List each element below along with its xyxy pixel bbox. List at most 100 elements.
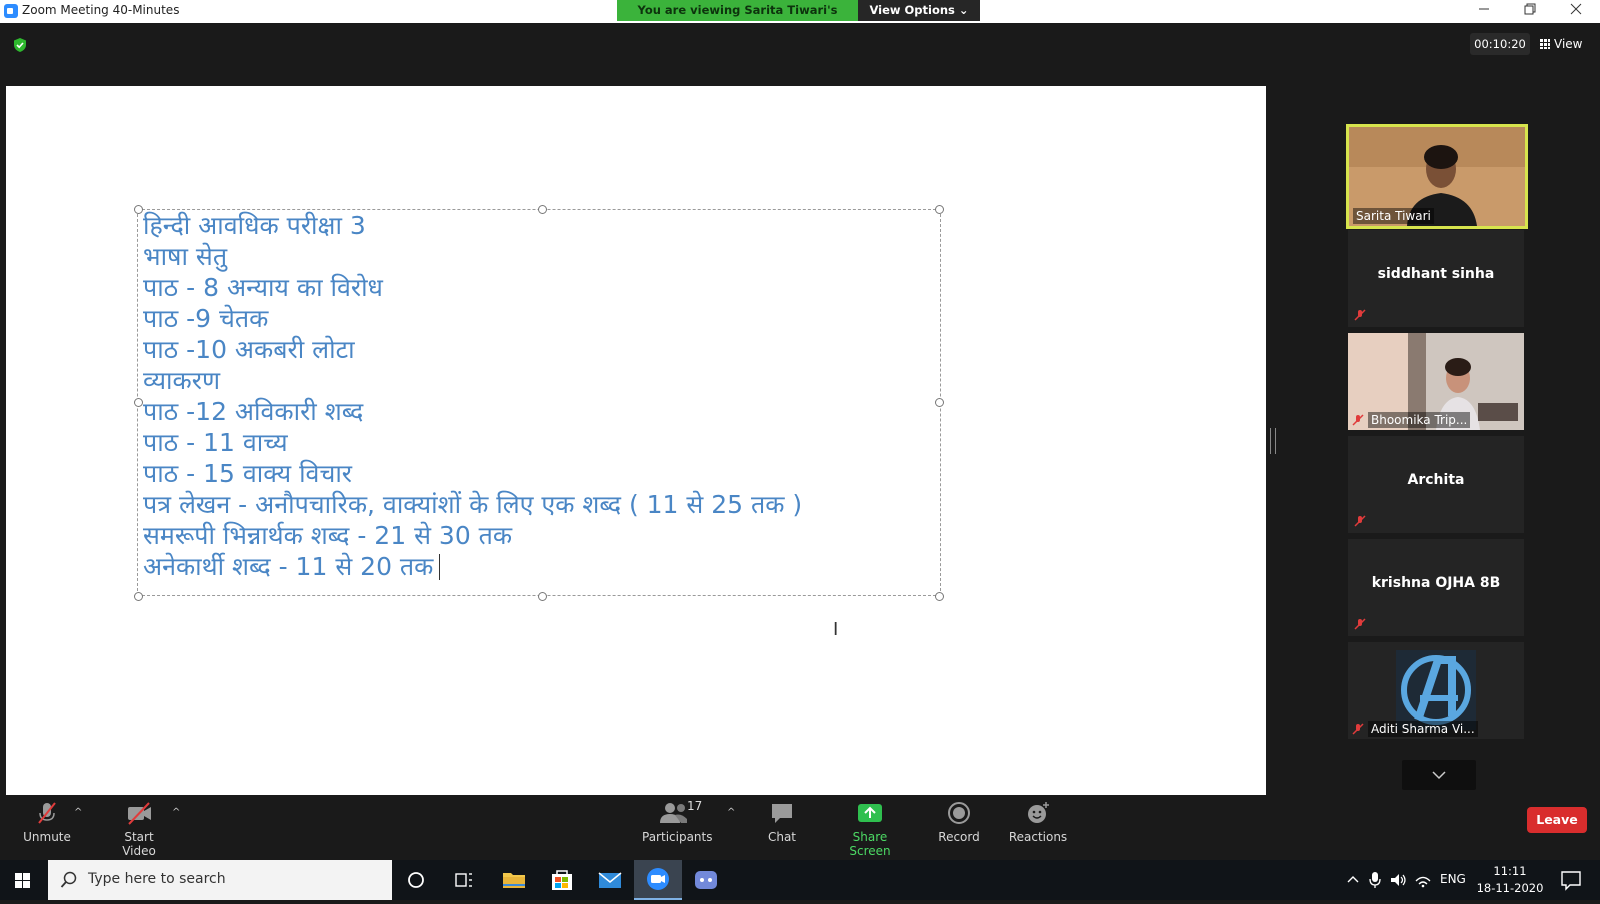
- mic-muted-icon: [1354, 515, 1366, 527]
- text-caret: [439, 554, 441, 580]
- chat-label: Chat: [767, 830, 797, 844]
- clock-date: 18-11-2020: [1476, 881, 1544, 895]
- slide-line: अनेकार्थी शब्द - 11 से 20 तक: [143, 552, 434, 581]
- taskbar-search-box[interactable]: Type here to search: [48, 860, 392, 900]
- unmute-button[interactable]: Unmute: [22, 799, 72, 844]
- taskbar-zoom[interactable]: [634, 860, 682, 900]
- audio-options-caret[interactable]: ^: [74, 807, 82, 818]
- view-options-button[interactable]: View Options ⌄: [858, 0, 980, 21]
- start-video-label: Start Video: [122, 830, 156, 858]
- taskbar-file-explorer[interactable]: [490, 860, 538, 900]
- participant-name: siddhant sinha: [1377, 266, 1495, 282]
- slide-line: पाठ -9 चेतक: [143, 304, 269, 333]
- resize-handle: [935, 398, 944, 407]
- cortana-button[interactable]: [392, 860, 440, 900]
- zoom-app-icon: [4, 4, 18, 18]
- resize-handle: [134, 205, 143, 214]
- chevron-up-icon[interactable]: [1346, 873, 1360, 887]
- chevron-down-icon: [1432, 771, 1446, 780]
- view-layout-button[interactable]: View: [1540, 33, 1590, 55]
- unmute-label: Unmute: [23, 830, 71, 844]
- task-view-icon: [455, 873, 472, 887]
- video-tile-archita[interactable]: Archita: [1348, 436, 1524, 533]
- taskbar-discord[interactable]: [682, 860, 730, 900]
- minimize-icon: [1479, 8, 1489, 10]
- slide-line: भाषा सेतु: [143, 242, 228, 271]
- slide-text-lines: हिन्दी आवधिक परीक्षा 3 भाषा सेतु पाठ - 8…: [143, 210, 802, 582]
- view-label: View: [1554, 37, 1583, 51]
- slide-line: हिन्दी आवधिक परीक्षा 3: [143, 211, 366, 240]
- video-tile-bhoomika[interactable]: Bhoomika Trip...: [1348, 333, 1524, 430]
- wifi-icon[interactable]: [1414, 872, 1432, 888]
- slide-line-last: अनेकार्थी शब्द - 11 से 20 तक: [143, 551, 802, 582]
- slide-line: पाठ - 15 वाक्य विचार: [143, 459, 353, 488]
- mic-muted-icon: [1354, 618, 1366, 630]
- windows-taskbar: Type here to search ENG 11:11 18-11-2020: [0, 860, 1600, 900]
- slide-line: समरूपी भिन्नार्थक शब्द - 21 से 30 तक: [143, 521, 513, 550]
- taskbar-store[interactable]: [538, 860, 586, 900]
- record-icon: [948, 802, 970, 824]
- record-button[interactable]: Record: [934, 799, 984, 844]
- search-placeholder: Type here to search: [88, 871, 226, 887]
- video-tile-siddhant[interactable]: siddhant sinha: [1348, 230, 1524, 327]
- chat-icon: [772, 804, 792, 823]
- leave-meeting-button[interactable]: Leave: [1527, 807, 1587, 833]
- viewing-screen-banner: You are viewing Sarita Tiwari's screen: [617, 0, 858, 38]
- record-label: Record: [938, 830, 980, 844]
- participant-name: Bhoomika Trip...: [1368, 412, 1471, 428]
- window-titlebar: Zoom Meeting 40-Minutes You are viewing …: [0, 0, 1600, 38]
- shared-screen-area[interactable]: हिन्दी आवधिक परीक्षा 3 भाषा सेतु पाठ - 8…: [6, 86, 1266, 795]
- discord-icon: [695, 871, 717, 889]
- slide-line: पाठ -10 अकबरी लोटा: [143, 335, 355, 364]
- slide-line: पाठ - 11 वाच्य: [143, 428, 288, 457]
- meeting-timer: 00:10:20: [1470, 33, 1530, 55]
- resize-handle: [134, 398, 143, 407]
- encryption-shield-icon[interactable]: [12, 37, 28, 53]
- clock-time: 11:11: [1493, 864, 1527, 878]
- slide-line: पाठ - 8 अन्याय का विरोध: [143, 273, 383, 302]
- participants-button[interactable]: 17 Participants: [642, 799, 713, 844]
- video-tile-krishna[interactable]: krishna OJHA 8B: [1348, 539, 1524, 636]
- start-video-button[interactable]: Start Video: [106, 799, 172, 858]
- participant-name: krishna OJHA 8B: [1371, 575, 1501, 591]
- participants-options-caret[interactable]: ^: [727, 807, 735, 818]
- meeting-toolbar: Unmute ^ Start Video ^ 17 Participants ^…: [0, 795, 1600, 860]
- share-screen-button[interactable]: Share Screen: [832, 799, 908, 858]
- panel-splitter[interactable]: [1270, 428, 1276, 454]
- video-tile-aditi[interactable]: Aditi Sharma Vi...: [1348, 642, 1524, 739]
- resize-handle: [134, 592, 143, 601]
- gallery-scroll-down-button[interactable]: [1402, 760, 1476, 790]
- windows-logo-icon: [15, 873, 30, 888]
- mic-muted-icon: [1352, 723, 1364, 735]
- cortana-icon: [408, 872, 424, 888]
- minimize-button[interactable]: [1462, 0, 1506, 22]
- chat-button[interactable]: Chat: [760, 799, 804, 844]
- participants-label: Participants: [642, 830, 713, 844]
- notification-icon: [1561, 871, 1581, 891]
- video-off-icon: [128, 802, 151, 825]
- video-tile-sarita[interactable]: Sarita Tiwari: [1346, 124, 1528, 229]
- close-window-button[interactable]: [1554, 0, 1598, 22]
- volume-icon[interactable]: [1390, 872, 1408, 888]
- share-screen-icon: [858, 804, 882, 822]
- restore-button[interactable]: [1508, 0, 1552, 22]
- slide-line: पाठ -12 अविकारी शब्द: [143, 397, 364, 426]
- store-bag-icon: [552, 870, 572, 890]
- language-indicator[interactable]: ENG: [1440, 872, 1466, 886]
- participant-name: Archita: [1407, 472, 1465, 488]
- resize-handle: [538, 592, 547, 601]
- view-options-label: View Options: [869, 3, 955, 17]
- window-title: Zoom Meeting 40-Minutes: [22, 3, 180, 17]
- action-center-button[interactable]: [1548, 860, 1596, 900]
- mic-muted-icon: [38, 802, 56, 824]
- start-button[interactable]: [0, 860, 46, 900]
- reactions-button[interactable]: Reactions: [1008, 799, 1068, 844]
- participant-name: Sarita Tiwari: [1353, 208, 1434, 224]
- chevron-down-icon: ⌄: [958, 3, 969, 17]
- taskbar-clock[interactable]: 11:11 18-11-2020: [1475, 863, 1545, 897]
- video-options-caret[interactable]: ^: [172, 807, 180, 818]
- taskbar-mail[interactable]: [586, 860, 634, 900]
- resize-handle: [935, 205, 944, 214]
- microphone-icon[interactable]: [1368, 871, 1382, 889]
- task-view-button[interactable]: [440, 860, 488, 900]
